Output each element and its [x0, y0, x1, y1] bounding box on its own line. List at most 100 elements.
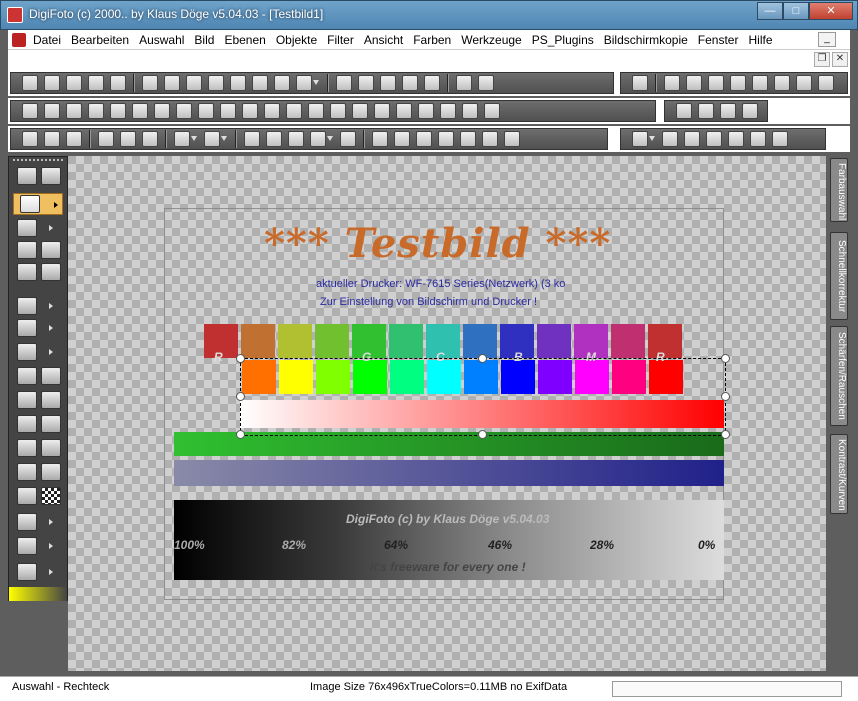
fx3-icon[interactable]	[380, 75, 396, 91]
save-tool-icon[interactable]	[17, 263, 37, 281]
menu-item-11[interactable]: Bildschirmkopie	[599, 33, 693, 47]
lasso-tool-icon[interactable]	[17, 219, 37, 237]
selection-handle[interactable]	[236, 430, 245, 439]
spiral-icon[interactable]	[88, 103, 104, 119]
window-icon[interactable]	[708, 75, 724, 91]
selection-handle[interactable]	[236, 354, 245, 363]
folder-icon[interactable]	[164, 75, 180, 91]
pointer-tool-icon[interactable]	[41, 463, 61, 481]
mdi-minimize-button[interactable]: _	[818, 32, 836, 47]
scan-icon[interactable]	[22, 75, 38, 91]
number2-icon[interactable]	[664, 75, 680, 91]
frame-icon[interactable]	[142, 131, 158, 147]
window5-icon[interactable]	[796, 75, 812, 91]
rect-shape-icon[interactable]	[632, 131, 648, 147]
layer-tool-icon[interactable]	[41, 263, 61, 281]
flip-v-icon[interactable]	[266, 131, 282, 147]
fx4-icon[interactable]	[402, 75, 418, 91]
rotate2-icon[interactable]	[340, 131, 356, 147]
new-icon[interactable]	[142, 75, 158, 91]
film-icon[interactable]	[110, 75, 126, 91]
zoom-icon[interactable]	[720, 103, 736, 119]
funnel-icon[interactable]	[88, 75, 104, 91]
menu-item-1[interactable]: Bearbeiten	[66, 33, 134, 47]
menu-item-6[interactable]: Filter	[322, 33, 359, 47]
fx2-icon[interactable]	[358, 75, 374, 91]
gradient-icon[interactable]	[242, 103, 258, 119]
zoom-out-icon[interactable]	[742, 103, 758, 119]
redo-icon[interactable]	[44, 131, 60, 147]
menu-item-3[interactable]: Bild	[189, 33, 219, 47]
strip-icon[interactable]	[418, 103, 434, 119]
tab-schnellkorrektur[interactable]: Schnellkorrektur	[830, 232, 848, 320]
arrows-icon[interactable]	[662, 131, 678, 147]
menu-item-2[interactable]: Auswahl	[134, 33, 189, 47]
minimize-button[interactable]: —	[757, 2, 783, 20]
pencil-tool-icon[interactable]	[17, 319, 37, 337]
menu-item-13[interactable]: Hilfe	[743, 33, 777, 47]
eye3-icon[interactable]	[352, 103, 368, 119]
clipboard-icon[interactable]	[174, 131, 190, 147]
tab-schaerfen[interactable]: Schärfen/Rauschen	[830, 326, 848, 426]
plus-icon[interactable]	[220, 103, 236, 119]
blur-tool-icon[interactable]	[17, 463, 37, 481]
window4-icon[interactable]	[774, 75, 790, 91]
pen-icon[interactable]	[684, 131, 700, 147]
save-icon[interactable]	[186, 75, 202, 91]
fill-tool-icon[interactable]	[17, 487, 37, 505]
eye-icon[interactable]	[308, 103, 324, 119]
crop-icon[interactable]	[310, 131, 326, 147]
printer-icon[interactable]	[296, 75, 312, 91]
selection-handle[interactable]	[478, 354, 487, 363]
brush-tool-icon[interactable]	[17, 297, 37, 315]
soften-tool-icon[interactable]	[41, 367, 61, 385]
selection-rectangle[interactable]	[240, 358, 726, 436]
swap-icon[interactable]	[676, 103, 692, 119]
eraser2-tool-icon[interactable]	[17, 439, 37, 457]
menu-item-10[interactable]: PS_Plugins	[527, 33, 599, 47]
chart-icon[interactable]	[460, 131, 476, 147]
cut-icon[interactable]	[120, 131, 136, 147]
square-icon[interactable]	[772, 131, 788, 147]
pen-tool-icon[interactable]	[17, 391, 37, 409]
color-bar[interactable]	[9, 587, 67, 601]
rect-select-tool[interactable]	[13, 193, 63, 215]
copy-icon[interactable]	[230, 75, 246, 91]
wand-tool-icon[interactable]	[17, 241, 37, 259]
c-icon[interactable]	[110, 103, 126, 119]
camera-icon[interactable]	[632, 75, 648, 91]
menu-item-7[interactable]: Ansicht	[359, 33, 408, 47]
menu-item-0[interactable]: Datei	[28, 33, 66, 47]
sharpen-tool-icon[interactable]	[17, 367, 37, 385]
open-icon[interactable]	[44, 75, 60, 91]
eye5-icon[interactable]	[396, 103, 412, 119]
flip-h-icon[interactable]	[244, 131, 260, 147]
circle-icon[interactable]	[484, 103, 500, 119]
fit-icon[interactable]	[698, 103, 714, 119]
eyedropper-tool-icon[interactable]	[17, 513, 37, 531]
selection-handle[interactable]	[721, 392, 730, 401]
maximize-button[interactable]: □	[783, 2, 809, 20]
crop-tool-icon[interactable]	[41, 241, 61, 259]
grid-icon[interactable]	[66, 75, 82, 91]
document-icon[interactable]	[12, 33, 26, 47]
window3-icon[interactable]	[752, 75, 768, 91]
monitor-icon[interactable]	[686, 75, 702, 91]
selection-handle[interactable]	[236, 392, 245, 401]
cloud-icon[interactable]	[66, 131, 82, 147]
mdi-close-button[interactable]: ✕	[832, 52, 848, 67]
ti-icon[interactable]	[264, 103, 280, 119]
undo-icon[interactable]	[22, 131, 38, 147]
page-icon[interactable]	[208, 75, 224, 91]
paste-icon[interactable]	[204, 131, 220, 147]
key-icon[interactable]	[252, 75, 268, 91]
adjust-icon[interactable]	[286, 103, 302, 119]
screen-icon[interactable]	[274, 75, 290, 91]
fx-icon[interactable]	[336, 75, 352, 91]
tab-farbauswahl[interactable]: Farbauswahl	[830, 158, 848, 222]
globe-icon[interactable]	[22, 103, 38, 119]
hatch-icon[interactable]	[66, 103, 82, 119]
select-icon[interactable]	[394, 131, 410, 147]
hand-tool-icon[interactable]	[17, 167, 37, 185]
jpg-icon[interactable]	[416, 131, 432, 147]
